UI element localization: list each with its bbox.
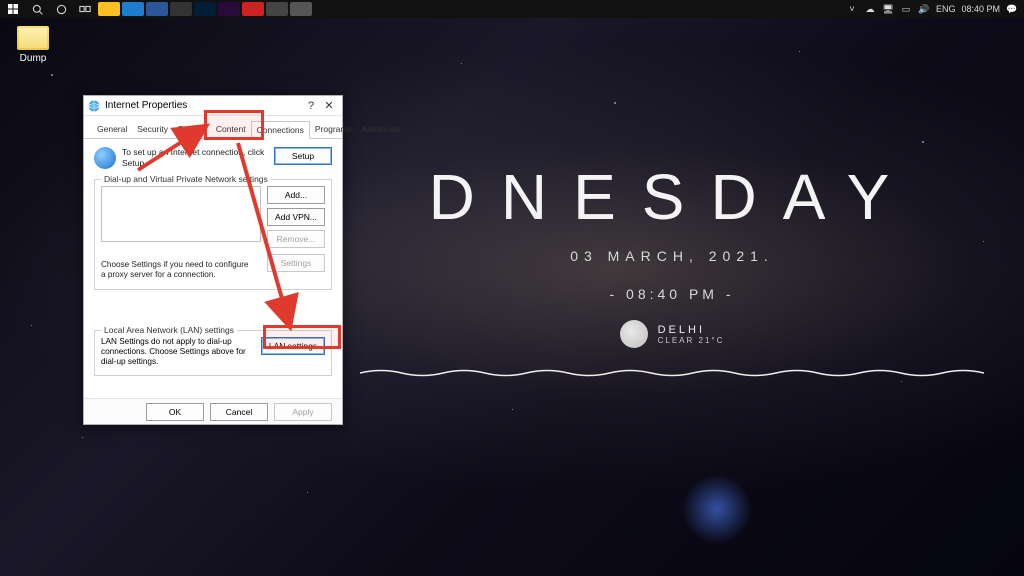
folder-icon: [17, 26, 49, 50]
cancel-button[interactable]: Cancel: [210, 403, 268, 421]
tray-clock[interactable]: 08:40 PM: [961, 4, 1000, 14]
lan-legend: Local Area Network (LAN) settings: [101, 325, 237, 335]
annotation-box-connections: [204, 110, 264, 140]
taskbar-app-epic[interactable]: [242, 2, 264, 16]
tab-advanced[interactable]: Advanced: [357, 121, 405, 139]
setup-button[interactable]: Setup: [274, 147, 332, 165]
internet-properties-dialog: Internet Properties ? ✕ General Security…: [83, 95, 343, 425]
taskbar-app-terminal[interactable]: [170, 2, 192, 16]
widget-day: DNESDAY: [360, 160, 984, 234]
tray-language[interactable]: ENG: [936, 4, 956, 14]
taskbar-app-premiere[interactable]: [218, 2, 240, 16]
widget-weather: DELHI CLEAR 21°C: [360, 320, 984, 348]
dialup-settings-button: Settings: [267, 254, 325, 272]
dialog-footer: OK Cancel Apply: [84, 398, 342, 424]
tray-onedrive-icon[interactable]: ☁: [864, 3, 876, 15]
widget-condition: CLEAR 21°C: [658, 336, 725, 345]
tray-volume-icon[interactable]: 🔊: [918, 3, 930, 15]
taskbar-app-word[interactable]: [146, 2, 168, 16]
dialup-groupbox: Dial-up and Virtual Private Network sett…: [94, 179, 332, 290]
cortana-button[interactable]: [50, 0, 72, 18]
dialup-listbox[interactable]: [101, 186, 261, 242]
taskbar-app-misc[interactable]: [266, 2, 288, 16]
taskbar-app-photoshop[interactable]: [194, 2, 216, 16]
widget-divider-wave: [360, 366, 984, 380]
taskbar: ˅ ☁ 🖥 ▭ 🔊 ENG 08:40 PM 💬: [0, 0, 1024, 18]
taskbar-app-edge[interactable]: [122, 2, 144, 16]
ok-button[interactable]: OK: [146, 403, 204, 421]
tab-security[interactable]: Security: [132, 121, 173, 139]
widget-date: 03 MARCH, 2021.: [360, 248, 984, 264]
desktop-widget: DNESDAY 03 MARCH, 2021. - 08:40 PM - DEL…: [360, 160, 984, 380]
internet-icon: [88, 100, 100, 112]
taskbar-app-explorer[interactable]: [98, 2, 120, 16]
task-view-button[interactable]: [74, 0, 96, 18]
desktop-icon-label: Dump: [8, 53, 58, 64]
add-button[interactable]: Add...: [267, 186, 325, 204]
tray-notifications-icon[interactable]: 💬: [1006, 3, 1018, 15]
annotation-box-lan: [263, 325, 341, 349]
remove-button: Remove...: [267, 230, 325, 248]
tray-network-icon[interactable]: ▭: [900, 3, 912, 15]
setup-description: To set up an Internet connection, click …: [122, 147, 268, 168]
apply-button: Apply: [274, 403, 332, 421]
widget-time: - 08:40 PM -: [360, 286, 984, 302]
search-button[interactable]: [26, 0, 48, 18]
taskbar-app-misc2[interactable]: [290, 2, 312, 16]
close-button[interactable]: ✕: [320, 99, 338, 112]
tab-programs[interactable]: Programs: [310, 121, 357, 139]
dialup-note: Choose Settings if you need to configure…: [101, 260, 251, 281]
start-button[interactable]: [2, 0, 24, 18]
help-button[interactable]: ?: [302, 100, 320, 112]
moon-icon: [620, 320, 648, 348]
tray-monitor-icon[interactable]: 🖥: [882, 3, 894, 15]
add-vpn-button[interactable]: Add VPN...: [267, 208, 325, 226]
widget-city: DELHI: [658, 324, 725, 336]
dialup-legend: Dial-up and Virtual Private Network sett…: [101, 174, 271, 184]
desktop-icon-dump[interactable]: Dump: [8, 26, 58, 64]
tab-general[interactable]: General: [92, 121, 132, 139]
lan-description: LAN Settings do not apply to dial-up con…: [101, 337, 255, 368]
globe-icon: [94, 147, 116, 169]
tray-chevron-icon[interactable]: ˅: [846, 3, 858, 15]
